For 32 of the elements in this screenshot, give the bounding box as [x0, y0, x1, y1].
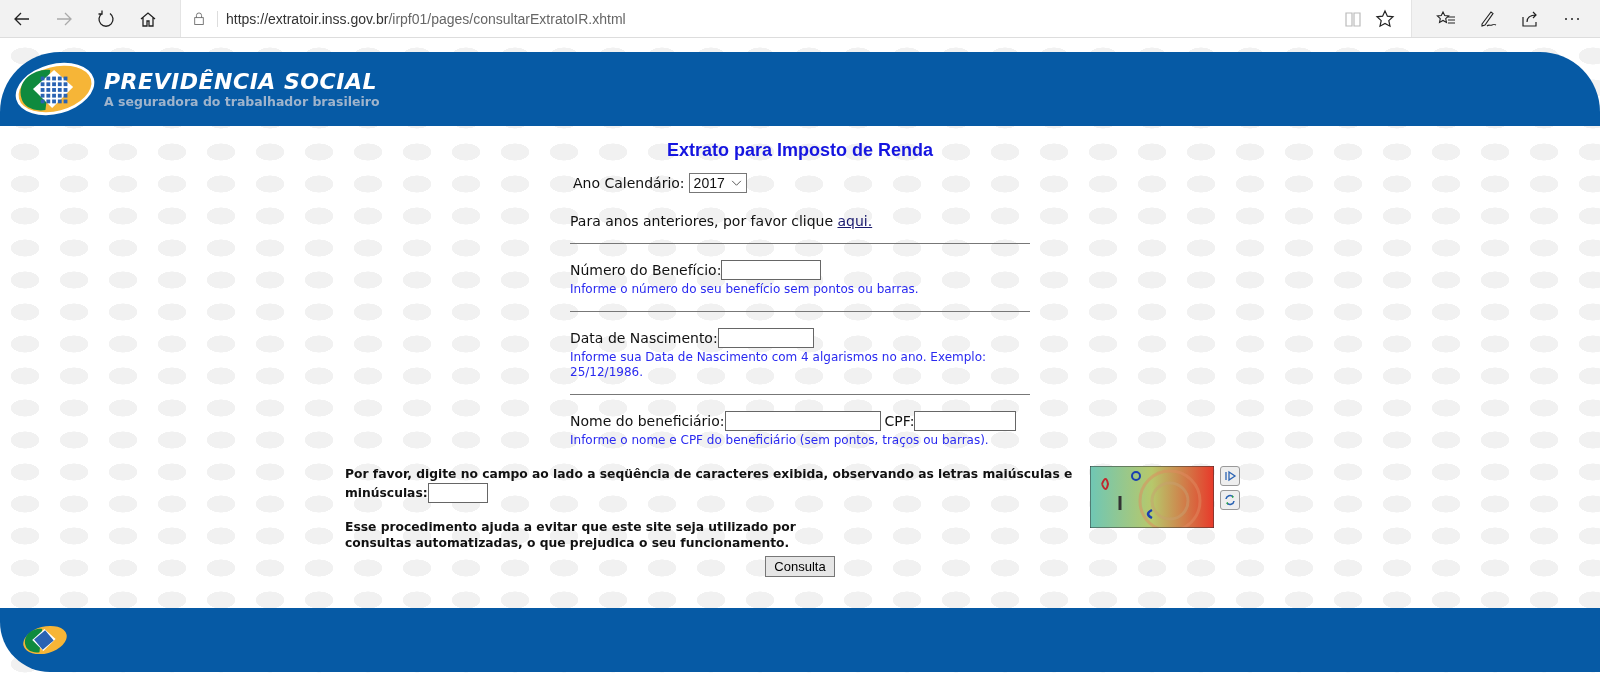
submit-button[interactable]: Consulta: [765, 555, 835, 577]
hint-text: Informe o número do seu benefício sem pontos ou barras.: [570, 282, 920, 297]
field-label: Número do Benefício:: [570, 262, 722, 278]
hint-text: Informe sua Data de Nascimento com 4 algarismos no ano. Exemplo: 25/12/1986.: [570, 350, 988, 380]
field-label: Nome do beneficiário:: [570, 413, 725, 429]
previous-years-text: Para anos anteriores, por favor clique aqui.: [570, 213, 874, 229]
page-title: Extrato para Imposto de Renda: [665, 140, 935, 161]
input-field[interactable]: [721, 260, 822, 280]
field-label: Data de Nascimento:: [570, 330, 718, 346]
star-icon[interactable]: [1375, 8, 1395, 29]
field-label: Ano Calendário:: [573, 175, 685, 191]
brand-tagline: A seguradora do trabalhador brasileiro: [104, 94, 380, 109]
input-field[interactable]: [717, 328, 814, 348]
url-text: https://extratoir.inss.gov.br/irpf01/pages/consultarExtratoIR.xhtml: [217, 10, 626, 27]
address-bar[interactable]: https://extratoir.inss.gov.br/irpf01/pages/consultarExtratoIR.xhtml: [180, 0, 1412, 37]
here-link[interactable]: aqui.: [837, 213, 873, 229]
input-field[interactable]: [724, 411, 881, 431]
captcha-field[interactable]: [427, 482, 488, 503]
captcha-instruction: Por favor, digite no campo ao lado a seqüência de caracteres exibida, observando as letras maiúsculas e minúsculas:: [345, 466, 1085, 503]
lock-icon: [193, 11, 205, 26]
brand-title: PREVIDÊNCIA SOCIAL: [104, 69, 378, 94]
refresh-icon: [1223, 493, 1237, 507]
input-field[interactable]: [914, 411, 1017, 431]
year-dropdown[interactable]: 2017: [688, 173, 747, 193]
caret-icon: [730, 179, 742, 187]
refresh-captcha-button[interactable]: [1220, 490, 1240, 510]
field-label: CPF:: [884, 413, 915, 429]
hint-text: Informe o nome e CPF do beneficiário (sem pontos, traços ou barras).: [570, 433, 990, 448]
captcha-note: Esse procedimento ajuda a evitar que este site seja utilizado por consultas automatizadas, o que prejudica o seu funcionamento.: [345, 518, 797, 552]
audio-button[interactable]: [1220, 466, 1240, 486]
refresh-icon[interactable]: [96, 8, 116, 29]
play-icon: [1223, 469, 1237, 483]
